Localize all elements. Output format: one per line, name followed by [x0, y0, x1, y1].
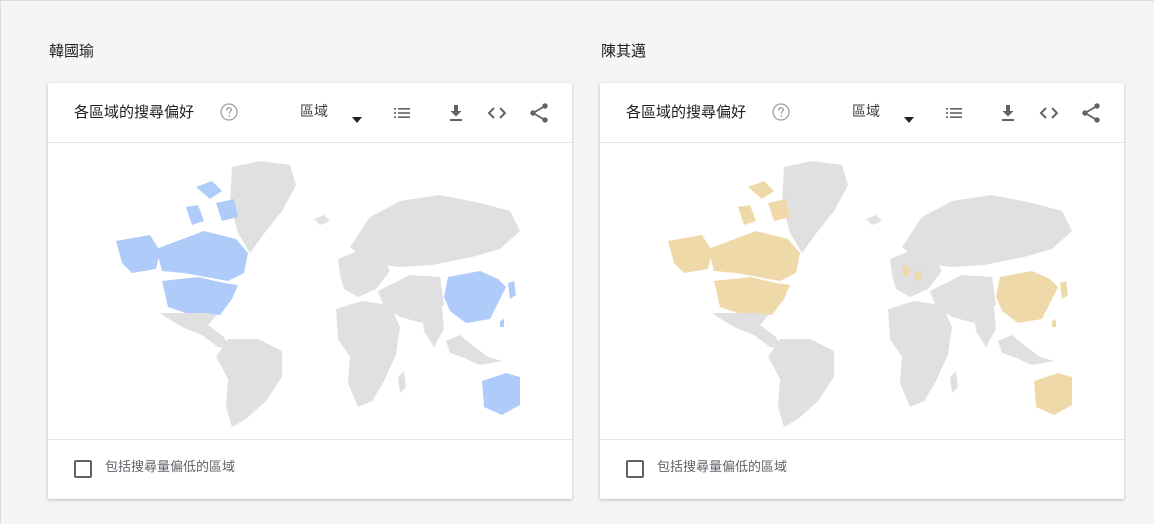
term-title: 韓國瑜 — [49, 42, 95, 60]
region-select-label: 區域 — [852, 104, 880, 120]
code-icon[interactable] — [1037, 101, 1061, 125]
download-icon[interactable] — [996, 101, 1020, 125]
card-footer: 包括搜尋量偏低的區域 — [600, 439, 1124, 499]
card-footer: 包括搜尋量偏低的區域 — [48, 439, 572, 499]
term-column-2: 陳其邁 各區域的搜尋偏好 區域 包括搜尋量偏低的區域 — [600, 1, 1124, 525]
world-map[interactable] — [48, 143, 572, 439]
region-resolution-select[interactable]: 區域 — [852, 97, 924, 127]
term-column-1: 韓國瑜 各區域的搜尋偏好 區域 包括搜尋量偏低的區域 — [48, 1, 572, 525]
share-icon[interactable] — [527, 101, 551, 125]
code-icon[interactable] — [485, 101, 509, 125]
help-circle-icon[interactable] — [220, 103, 238, 121]
include-low-volume-checkbox[interactable] — [74, 460, 92, 478]
help-circle-icon[interactable] — [772, 103, 790, 121]
checkbox-label: 包括搜尋量偏低的區域 — [657, 460, 788, 475]
region-interest-card: 各區域的搜尋偏好 區域 包括搜尋量偏低的區域 — [48, 83, 572, 499]
card-title: 各區域的搜尋偏好 — [626, 103, 747, 121]
download-icon[interactable] — [444, 101, 468, 125]
include-low-volume-checkbox[interactable] — [626, 460, 644, 478]
region-interest-card: 各區域的搜尋偏好 區域 包括搜尋量偏低的區域 — [600, 83, 1124, 499]
list-icon[interactable] — [942, 101, 966, 125]
world-map[interactable] — [600, 143, 1124, 439]
card-header: 各區域的搜尋偏好 區域 — [600, 83, 1124, 143]
page: 韓國瑜 各區域的搜尋偏好 區域 包括搜尋量偏低的區域 陳其邁 各區域的搜尋偏好 … — [0, 0, 1154, 524]
checkbox-label: 包括搜尋量偏低的區域 — [105, 460, 236, 475]
region-select-label: 區域 — [300, 104, 328, 120]
triangle-down-icon — [352, 108, 362, 123]
triangle-down-icon — [904, 108, 914, 123]
term-title: 陳其邁 — [601, 42, 647, 60]
region-resolution-select[interactable]: 區域 — [300, 97, 372, 127]
share-icon[interactable] — [1079, 101, 1103, 125]
card-title: 各區域的搜尋偏好 — [74, 103, 195, 121]
card-header: 各區域的搜尋偏好 區域 — [48, 83, 572, 143]
list-icon[interactable] — [390, 101, 414, 125]
